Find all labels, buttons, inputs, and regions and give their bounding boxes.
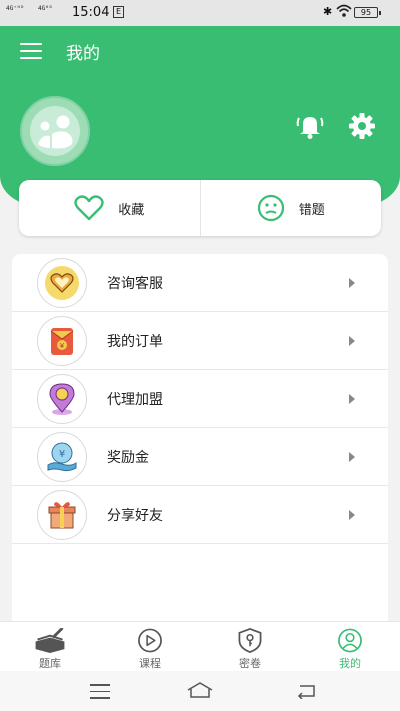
battery-icon: 95 xyxy=(354,7,381,18)
play-circle-icon xyxy=(138,628,162,653)
reward-money-icon: ¥ xyxy=(37,431,87,482)
notification-icon: E xyxy=(113,6,124,18)
chevron-right-icon xyxy=(349,510,355,520)
shield-key-icon xyxy=(238,628,262,653)
menu-list: 咨询客服 ¥ 我的订单 代理加盟 ¥ 奖励金 分享好友 xyxy=(12,254,388,626)
profile-icon xyxy=(338,628,362,653)
tab-mine[interactable]: 我的 xyxy=(300,622,400,671)
user-avatar-icon xyxy=(30,106,80,156)
favorites-card: 收藏 错题 xyxy=(19,180,381,236)
bluetooth-icon: ✱ xyxy=(323,5,333,18)
gear-icon[interactable] xyxy=(348,112,376,140)
status-bar: 4G⁺ᴴᴰ 4Gᴴᴰ 15:04 E ✱ 95 xyxy=(0,0,400,26)
menu-item-label: 分享好友 xyxy=(107,507,163,524)
books-icon xyxy=(35,628,65,653)
signal-indicator-1: 4G⁺ᴴᴰ xyxy=(6,5,25,12)
favorites-label: 收藏 xyxy=(118,202,145,218)
favorites-button[interactable]: 收藏 xyxy=(19,180,200,236)
gift-box-icon xyxy=(37,489,87,540)
bell-icon[interactable] xyxy=(295,112,325,140)
home-icon[interactable] xyxy=(186,681,214,699)
menu-item-label: 咨询客服 xyxy=(107,275,163,292)
sad-face-icon xyxy=(257,194,284,222)
page-title: 我的 xyxy=(66,44,100,64)
tab-label: 题库 xyxy=(39,657,61,670)
profile-header: 我的 xyxy=(0,26,400,206)
chevron-right-icon xyxy=(349,452,355,462)
wifi-icon xyxy=(336,4,352,17)
wrong-questions-label: 错题 xyxy=(298,202,325,218)
heart-icon xyxy=(74,195,104,221)
svg-text:¥: ¥ xyxy=(60,342,65,350)
menu-item-share-friends[interactable]: 分享好友 xyxy=(12,486,388,544)
tab-question-bank[interactable]: 题库 xyxy=(0,622,100,671)
status-time: 15:04 xyxy=(72,5,110,20)
signal-indicator-2: 4Gᴴᴰ xyxy=(38,5,53,12)
chevron-right-icon xyxy=(349,278,355,288)
menu-item-reward[interactable]: ¥ 奖励金 xyxy=(12,428,388,486)
tab-label: 课程 xyxy=(139,657,161,670)
menu-item-agent-join[interactable]: 代理加盟 xyxy=(12,370,388,428)
hamburger-menu-icon[interactable] xyxy=(20,43,42,59)
recent-apps-icon[interactable] xyxy=(90,684,110,704)
svg-text:¥: ¥ xyxy=(59,449,65,460)
avatar[interactable] xyxy=(20,96,90,166)
tab-label: 我的 xyxy=(339,657,361,670)
wrong-questions-button[interactable]: 错题 xyxy=(199,180,382,236)
tab-secret-papers[interactable]: 密卷 xyxy=(200,622,300,671)
chevron-right-icon xyxy=(349,394,355,404)
menu-item-label: 奖励金 xyxy=(107,449,149,466)
menu-item-customer-service[interactable]: 咨询客服 xyxy=(12,254,388,312)
tab-label: 密卷 xyxy=(239,657,261,670)
menu-item-label: 我的订单 xyxy=(107,333,163,350)
system-nav-bar xyxy=(0,671,400,711)
heart-badge-icon xyxy=(37,257,87,308)
order-envelope-icon: ¥ xyxy=(37,315,87,366)
tab-courses[interactable]: 课程 xyxy=(100,622,200,671)
menu-item-label: 代理加盟 xyxy=(107,391,163,408)
chevron-right-icon xyxy=(349,336,355,346)
back-icon[interactable] xyxy=(296,683,318,699)
menu-item-my-orders[interactable]: ¥ 我的订单 xyxy=(12,312,388,370)
bottom-tab-bar: 题库 课程 密卷 我的 xyxy=(0,621,400,671)
location-pin-icon xyxy=(37,373,87,424)
